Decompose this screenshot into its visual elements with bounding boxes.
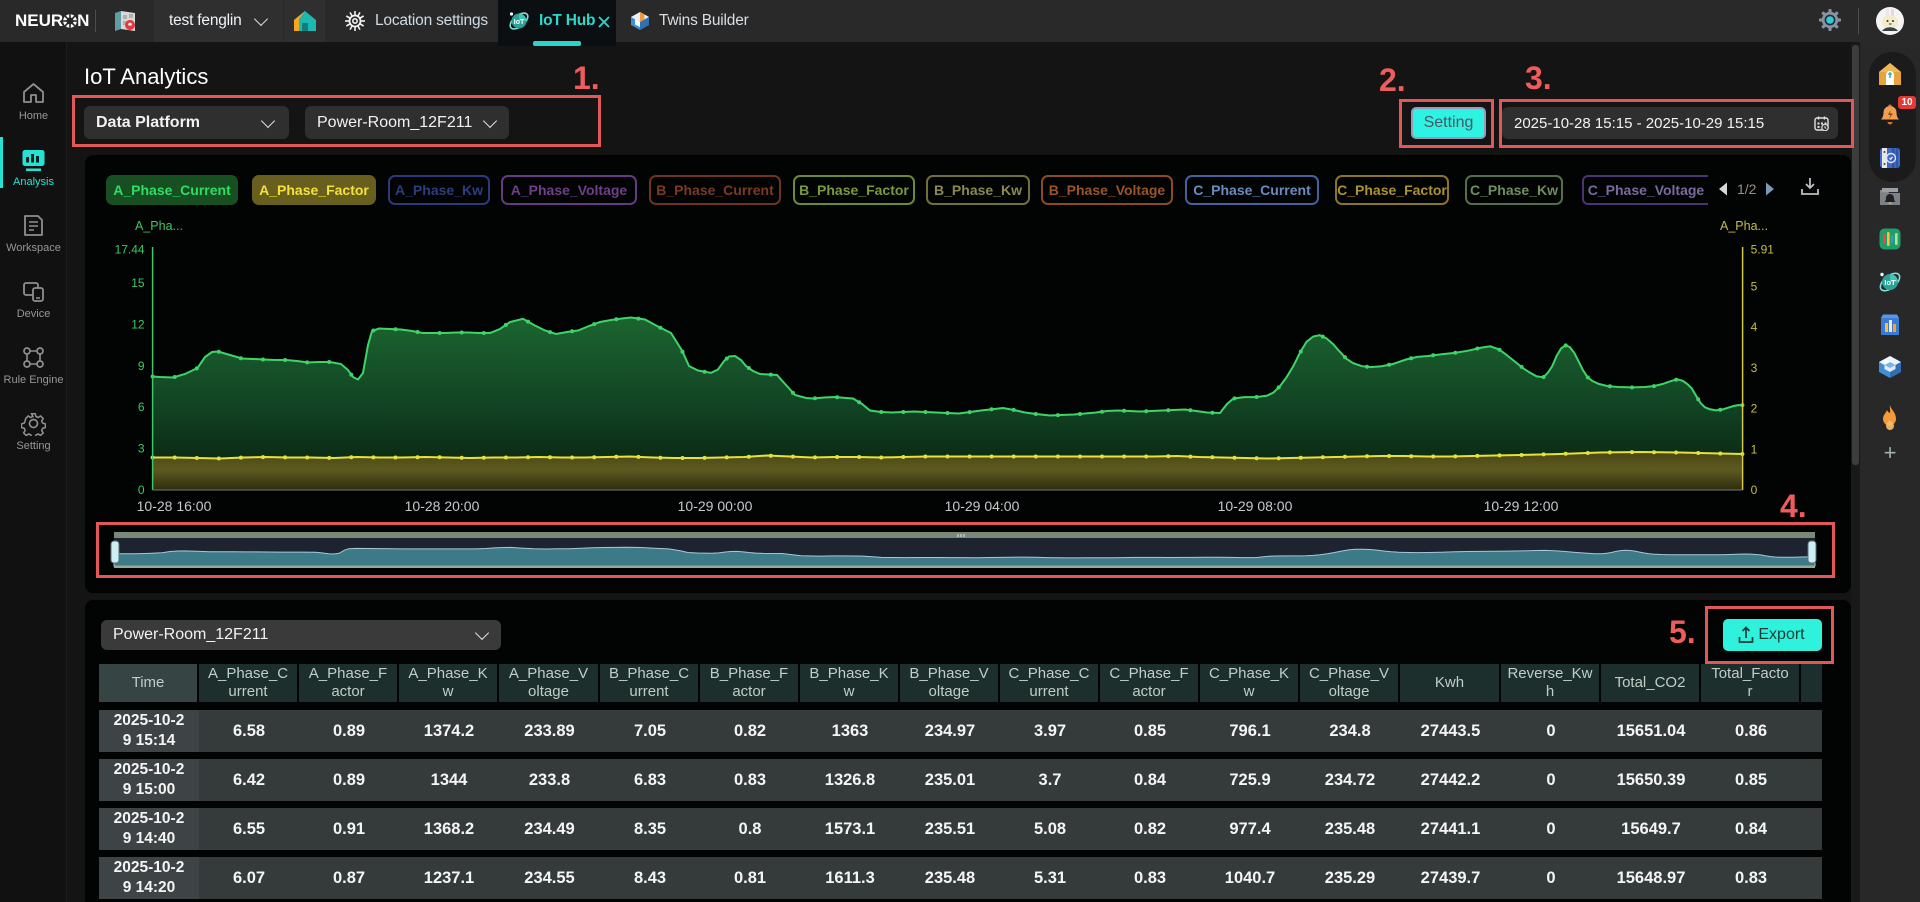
svg-text:10-28 20:00: 10-28 20:00 — [405, 498, 480, 514]
svg-text:0: 0 — [138, 483, 145, 497]
svg-text:10-29 12:00: 10-29 12:00 — [1484, 498, 1559, 514]
svg-text:10-28 16:00: 10-28 16:00 — [137, 498, 212, 514]
svg-text:12: 12 — [131, 317, 145, 331]
svg-text:5: 5 — [1751, 280, 1758, 294]
svg-text:0: 0 — [1751, 483, 1758, 497]
svg-text:IoT: IoT — [514, 19, 525, 26]
svg-text:A_Pha...: A_Pha... — [135, 219, 183, 233]
svg-text:5.91: 5.91 — [1751, 242, 1775, 256]
svg-text:10-29 08:00: 10-29 08:00 — [1218, 498, 1293, 514]
svg-text:A_Pha...: A_Pha... — [1720, 219, 1768, 233]
svg-text:2: 2 — [1751, 402, 1758, 416]
svg-text:6: 6 — [138, 400, 145, 414]
svg-text:15: 15 — [131, 276, 145, 290]
svg-text:3: 3 — [138, 442, 145, 456]
svg-text:IoT: IoT — [1884, 278, 1896, 287]
svg-text:10-29 04:00: 10-29 04:00 — [945, 498, 1020, 514]
svg-text:1: 1 — [1751, 442, 1758, 456]
svg-text:3: 3 — [1751, 361, 1758, 375]
svg-text:4: 4 — [1751, 320, 1758, 334]
svg-text:10-29 00:00: 10-29 00:00 — [678, 498, 753, 514]
svg-text:9: 9 — [138, 359, 145, 373]
svg-text:17.44: 17.44 — [115, 242, 145, 256]
